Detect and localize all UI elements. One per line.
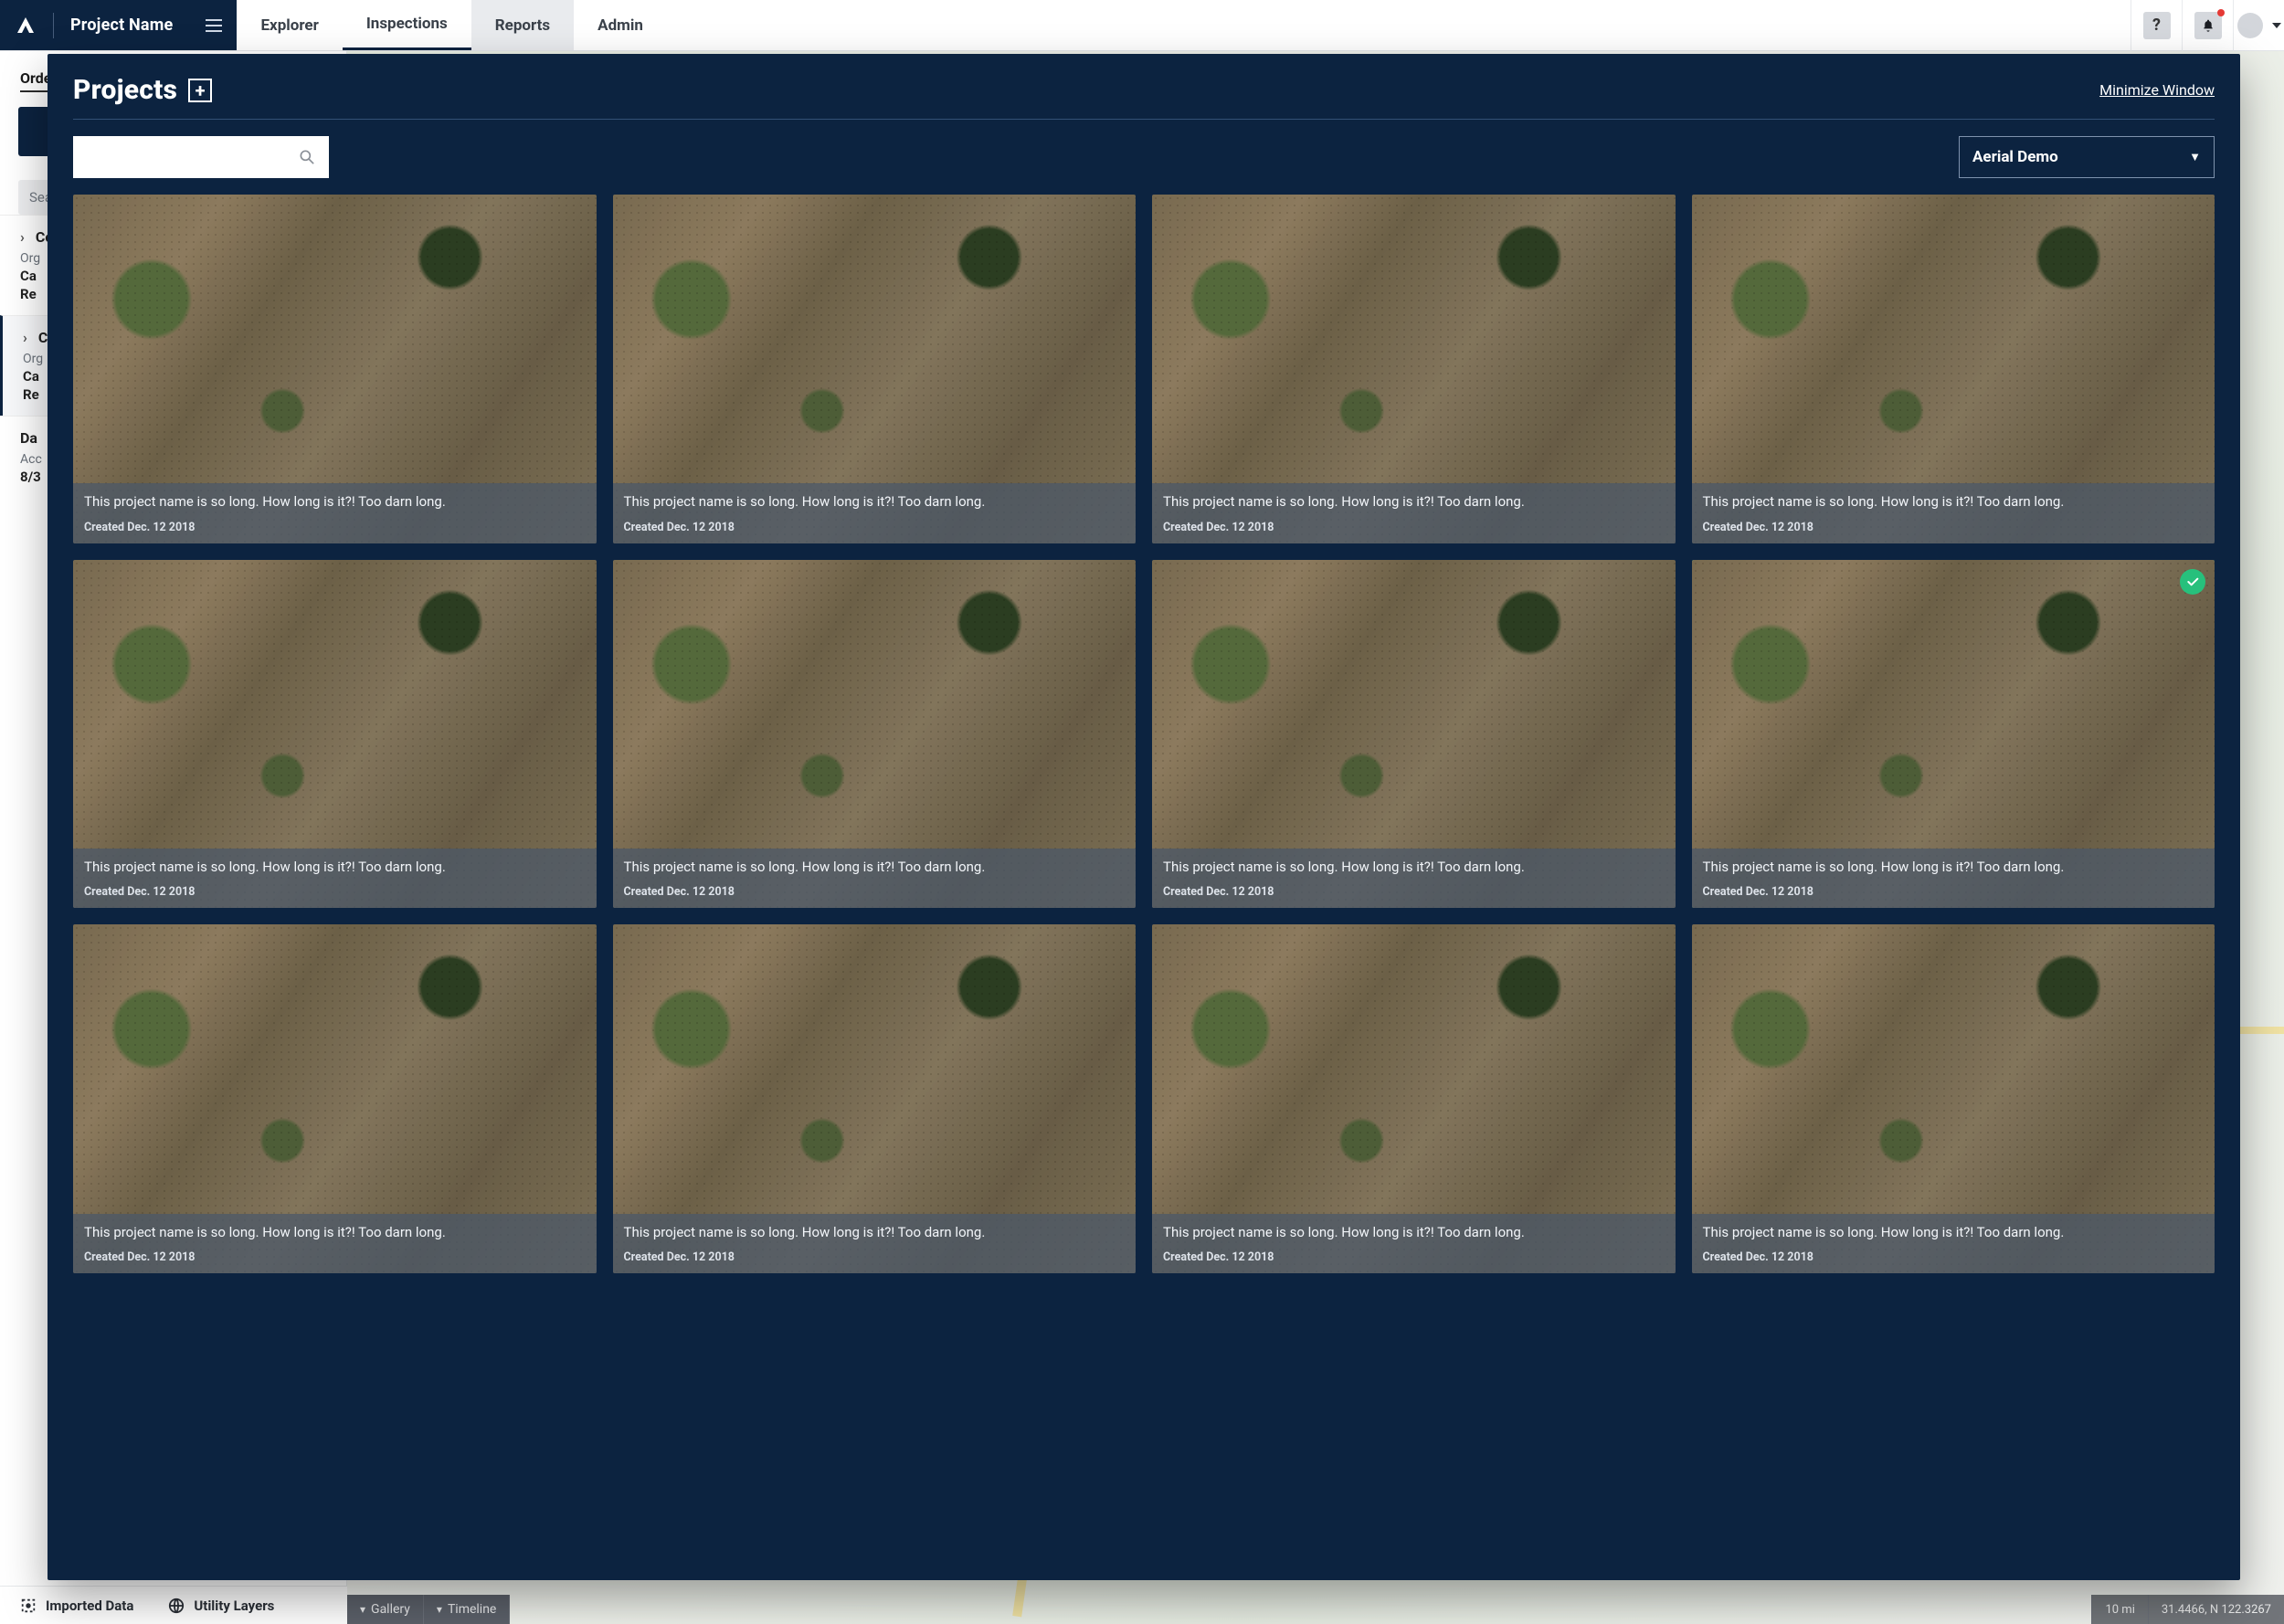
project-date-label: Created Dec. 12 2018 bbox=[1163, 1250, 1665, 1264]
project-card-overlay: This project name is so long. How long i… bbox=[613, 849, 1137, 908]
project-name-label: This project name is so long. How long i… bbox=[624, 492, 1126, 511]
project-date-label: Created Dec. 12 2018 bbox=[1703, 1250, 2205, 1264]
project-card[interactable]: This project name is so long. How long i… bbox=[1152, 195, 1676, 543]
project-card-overlay: This project name is so long. How long i… bbox=[1152, 849, 1676, 908]
project-date-label: Created Dec. 12 2018 bbox=[1703, 521, 2205, 534]
tab-inspections[interactable]: Inspections bbox=[343, 0, 471, 50]
project-name-label: This project name is so long. How long i… bbox=[1163, 1223, 1665, 1241]
project-name-label: This project name is so long. How long i… bbox=[84, 1223, 586, 1241]
project-card[interactable]: This project name is so long. How long i… bbox=[73, 560, 597, 909]
project-name-label: This project name is so long. How long i… bbox=[1163, 858, 1665, 876]
tab-admin[interactable]: Admin bbox=[574, 0, 667, 50]
project-card-overlay: This project name is so long. How long i… bbox=[1692, 483, 2215, 543]
projects-grid: This project name is so long. How long i… bbox=[73, 195, 2215, 1555]
modal-title: Projects bbox=[73, 74, 177, 106]
project-name-label: This project name is so long. How long i… bbox=[624, 1223, 1126, 1241]
project-name-label: This project name is so long. How long i… bbox=[1703, 1223, 2205, 1241]
project-name-label: This project name is so long. How long i… bbox=[1163, 492, 1665, 511]
brand-block: Project Name bbox=[0, 0, 237, 50]
project-date-label: Created Dec. 12 2018 bbox=[84, 1250, 586, 1264]
help-icon: ? bbox=[2143, 12, 2171, 39]
user-menu[interactable] bbox=[2233, 0, 2284, 51]
project-card[interactable]: This project name is so long. How long i… bbox=[1692, 924, 2215, 1273]
project-card[interactable]: This project name is so long. How long i… bbox=[1152, 560, 1676, 909]
modal-divider bbox=[73, 119, 2215, 120]
project-card[interactable]: This project name is so long. How long i… bbox=[1692, 560, 2215, 909]
search-icon bbox=[298, 148, 316, 166]
modal-controls: Aerial Demo ▼ bbox=[73, 136, 2215, 178]
minimize-window-link[interactable]: Minimize Window bbox=[2099, 81, 2215, 99]
project-date-label: Created Dec. 12 2018 bbox=[624, 521, 1126, 534]
project-card-overlay: This project name is so long. How long i… bbox=[1152, 483, 1676, 543]
project-card-overlay: This project name is so long. How long i… bbox=[1692, 1214, 2215, 1273]
nav-right: ? bbox=[2131, 0, 2284, 50]
modal-backdrop: Projects + Minimize Window Aerial Demo ▼… bbox=[0, 51, 2284, 1624]
project-card-overlay: This project name is so long. How long i… bbox=[73, 483, 597, 543]
project-card[interactable]: This project name is so long. How long i… bbox=[73, 195, 597, 543]
chevron-down-icon bbox=[2272, 23, 2281, 28]
chevron-down-icon: ▼ bbox=[2189, 150, 2201, 164]
top-navbar: Project Name ExplorerInspectionsReportsA… bbox=[0, 0, 2284, 51]
project-name-label: This project name is so long. How long i… bbox=[1703, 858, 2205, 876]
dropdown-value: Aerial Demo bbox=[1972, 148, 2058, 166]
project-card[interactable]: This project name is so long. How long i… bbox=[1692, 195, 2215, 543]
project-card[interactable]: This project name is so long. How long i… bbox=[613, 195, 1137, 543]
nav-tabs: ExplorerInspectionsReportsAdmin bbox=[237, 0, 666, 50]
project-card-overlay: This project name is so long. How long i… bbox=[1692, 849, 2215, 908]
projects-modal: Projects + Minimize Window Aerial Demo ▼… bbox=[48, 54, 2240, 1580]
bell-icon bbox=[2194, 12, 2222, 39]
project-card[interactable]: This project name is so long. How long i… bbox=[613, 924, 1137, 1273]
project-name-label: This project name is so long. How long i… bbox=[84, 858, 586, 876]
project-name-label: This project name is so long. How long i… bbox=[1703, 492, 2205, 511]
project-card-overlay: This project name is so long. How long i… bbox=[73, 849, 597, 908]
project-date-label: Created Dec. 12 2018 bbox=[1163, 885, 1665, 899]
project-search-input[interactable] bbox=[86, 150, 298, 165]
project-card-overlay: This project name is so long. How long i… bbox=[73, 1214, 597, 1273]
modal-header: Projects + Minimize Window bbox=[73, 74, 2215, 106]
project-card-overlay: This project name is so long. How long i… bbox=[613, 1214, 1137, 1273]
project-name-label: This project name is so long. How long i… bbox=[624, 858, 1126, 876]
app-logo-icon bbox=[15, 15, 37, 37]
menu-icon[interactable] bbox=[206, 19, 222, 32]
project-card[interactable]: This project name is so long. How long i… bbox=[1152, 924, 1676, 1273]
selected-check-icon bbox=[2180, 569, 2205, 595]
project-card-overlay: This project name is so long. How long i… bbox=[613, 483, 1137, 543]
project-card[interactable]: This project name is so long. How long i… bbox=[613, 560, 1137, 909]
help-button[interactable]: ? bbox=[2131, 0, 2182, 51]
tab-reports[interactable]: Reports bbox=[471, 0, 574, 50]
notification-dot-icon bbox=[2217, 9, 2225, 16]
notifications-button[interactable] bbox=[2182, 0, 2233, 51]
project-date-label: Created Dec. 12 2018 bbox=[1163, 521, 1665, 534]
brand-divider bbox=[53, 13, 54, 38]
project-filter-dropdown[interactable]: Aerial Demo ▼ bbox=[1959, 136, 2215, 178]
project-card[interactable]: This project name is so long. How long i… bbox=[73, 924, 597, 1273]
project-card-overlay: This project name is so long. How long i… bbox=[1152, 1214, 1676, 1273]
plus-icon: + bbox=[196, 81, 206, 100]
project-search[interactable] bbox=[73, 136, 329, 178]
project-name-label: This project name is so long. How long i… bbox=[84, 492, 586, 511]
project-date-label: Created Dec. 12 2018 bbox=[84, 885, 586, 899]
add-project-button[interactable]: + bbox=[188, 79, 212, 102]
project-date-label: Created Dec. 12 2018 bbox=[84, 521, 586, 534]
project-date-label: Created Dec. 12 2018 bbox=[624, 1250, 1126, 1264]
avatar-icon bbox=[2237, 13, 2263, 38]
project-date-label: Created Dec. 12 2018 bbox=[1703, 885, 2205, 899]
project-date-label: Created Dec. 12 2018 bbox=[624, 885, 1126, 899]
project-name: Project Name bbox=[70, 16, 173, 35]
tab-explorer[interactable]: Explorer bbox=[237, 0, 342, 50]
